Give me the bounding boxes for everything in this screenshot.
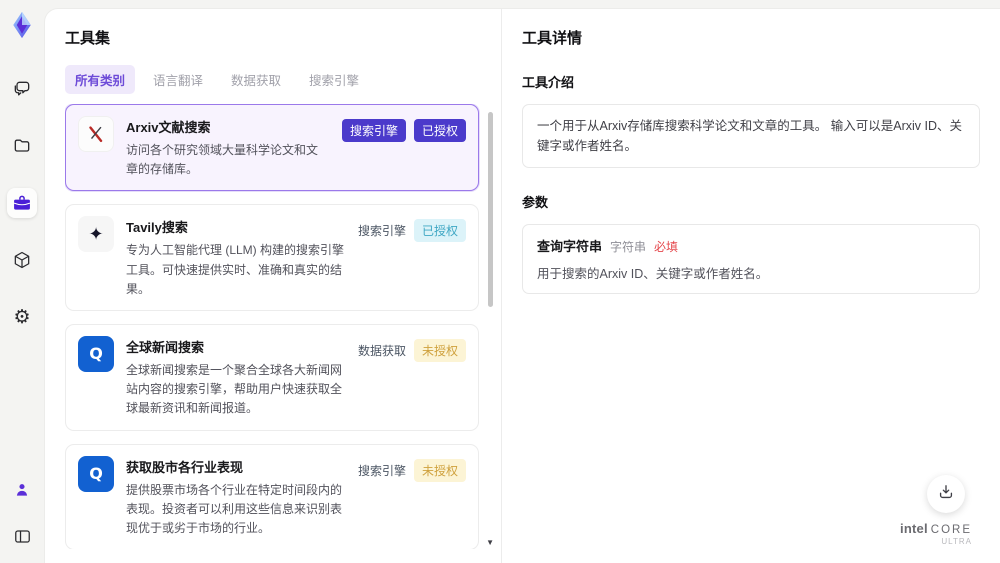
tool-detail-panel: 工具详情 工具介绍 一个用于从Arxiv存储库搜索科学论文和文章的工具。 输入可… <box>501 9 1000 563</box>
tool-card-global-news[interactable]: Q 全球新闻搜索 全球新闻搜索是一个聚合全球各大新闻网站内容的搜索引擎，帮助用户… <box>65 323 479 431</box>
folder-icon <box>12 136 32 156</box>
sidebar-item-tools[interactable] <box>7 188 37 218</box>
tavily-star-icon: ✦ <box>78 216 114 253</box>
intro-text: 一个用于从Arxiv存储库搜索科学论文和文章的工具。 输入可以是Arxiv ID… <box>537 119 963 153</box>
category-tabs: 所有类别 语言翻译 数据获取 搜索引擎 <box>65 65 501 94</box>
cube-icon <box>12 250 32 270</box>
detail-title: 工具详情 <box>522 30 583 47</box>
tool-description: 全球新闻搜索是一个聚合全球各大新闻网站内容的搜索引擎，帮助用户快速获取全球最新资… <box>126 362 343 416</box>
tool-card-sector-performance[interactable]: Q 获取股市各行业表现 提供股票市场各个行业在特定时间段内的表现。投资者可以利用… <box>65 443 479 549</box>
scroll-down-icon[interactable]: ▼ <box>486 538 493 547</box>
quark-search-icon: Q <box>78 455 114 492</box>
auth-status-badge: 未授权 <box>413 338 466 362</box>
param-required-flag: 必填 <box>654 240 679 254</box>
tab-all-categories[interactable]: 所有类别 <box>65 65 136 94</box>
category-badge: 搜索引擎 <box>341 119 406 142</box>
params-heading: 参数 <box>522 195 549 210</box>
sidebar-nav: ⚙ <box>7 74 37 332</box>
auth-status-badge: 已授权 <box>413 219 466 243</box>
auth-status-badge: 已授权 <box>413 119 466 142</box>
tool-card-list: Arxiv文献搜索 访问各个研究领域大量科学论文和文章的存储库。 搜索引擎 已授… <box>65 104 493 549</box>
brand-sub-text: ultra <box>941 537 972 547</box>
sidebar-item-packages[interactable] <box>7 245 37 275</box>
chat-icon <box>12 79 32 99</box>
download-button[interactable] <box>927 475 965 513</box>
panel-toggle-button[interactable] <box>7 521 37 551</box>
tab-language-translation[interactable]: 语言翻译 <box>143 65 213 94</box>
param-name: 查询字符串 <box>537 239 603 254</box>
panel-toggle-icon <box>13 527 32 546</box>
main-canvas: 工具集 所有类别 语言翻译 数据获取 搜索引擎 Arxiv文献搜索 访问各个研究… <box>44 8 1000 563</box>
tool-name: Arxiv文献搜索 <box>126 120 211 135</box>
tool-card-tavily[interactable]: ✦ Tavily搜索 专为人工智能代理 (LLM) 构建的搜索引擎工具。可快速提… <box>65 204 479 311</box>
intro-heading: 工具介绍 <box>522 75 575 90</box>
auth-status-badge: 未授权 <box>413 458 466 482</box>
tool-name: 全球新闻搜索 <box>126 339 205 355</box>
brand-core-text: core <box>930 523 972 536</box>
app-logo <box>7 10 37 40</box>
quark-search-icon: Q <box>78 335 114 372</box>
tab-data-fetching[interactable]: 数据获取 <box>221 65 291 94</box>
param-description: 用于搜索的Arxiv ID、关键字或作者姓名。 <box>537 267 769 281</box>
category-label: 搜索引擎 <box>357 224 406 239</box>
avatar-icon <box>13 481 31 499</box>
download-icon <box>936 482 956 507</box>
user-avatar-button[interactable] <box>7 475 37 505</box>
intel-core-logo: intel core ultra <box>900 520 972 547</box>
tool-description: 专为人工智能代理 (LLM) 构建的搜索引擎工具。可快速提供实时、准确和真实的结… <box>126 243 345 296</box>
sidebar: ⚙ <box>0 0 44 563</box>
sidebar-item-files[interactable] <box>7 131 37 161</box>
gear-icon: ⚙ <box>13 305 31 328</box>
arxiv-chi-icon <box>78 116 114 152</box>
tool-name: 获取股市各行业表现 <box>126 459 244 475</box>
tool-description: 提供股票市场各个行业在特定时间段内的表现。投资者可以利用这些信息来识别表现优于或… <box>126 482 343 535</box>
list-scrollbar-thumb[interactable] <box>488 112 493 307</box>
sidebar-footer <box>7 475 37 551</box>
category-label: 数据获取 <box>357 343 406 358</box>
intro-box: 一个用于从Arxiv存储库搜索科学论文和文章的工具。 输入可以是Arxiv ID… <box>522 104 980 168</box>
tool-name: Tavily搜索 <box>126 220 188 236</box>
tool-description: 访问各个研究领域大量科学论文和文章的存储库。 <box>126 143 319 177</box>
tool-card-arxiv[interactable]: Arxiv文献搜索 访问各个研究领域大量科学论文和文章的存储库。 搜索引擎 已授… <box>65 104 479 192</box>
page-title: 工具集 <box>65 30 111 47</box>
category-label: 搜索引擎 <box>357 463 406 478</box>
sidebar-item-settings[interactable]: ⚙ <box>7 302 37 332</box>
briefcase-icon <box>12 193 32 213</box>
param-type: 字符串 <box>610 240 647 254</box>
param-box: 查询字符串 字符串 必填 用于搜索的Arxiv ID、关键字或作者姓名。 <box>522 224 980 294</box>
sidebar-item-chat[interactable] <box>7 74 37 104</box>
tab-search-engine[interactable]: 搜索引擎 <box>299 65 369 94</box>
tool-list-panel: 工具集 所有类别 语言翻译 数据获取 搜索引擎 Arxiv文献搜索 访问各个研究… <box>45 9 501 563</box>
brand-intel-text: intel <box>900 520 928 536</box>
